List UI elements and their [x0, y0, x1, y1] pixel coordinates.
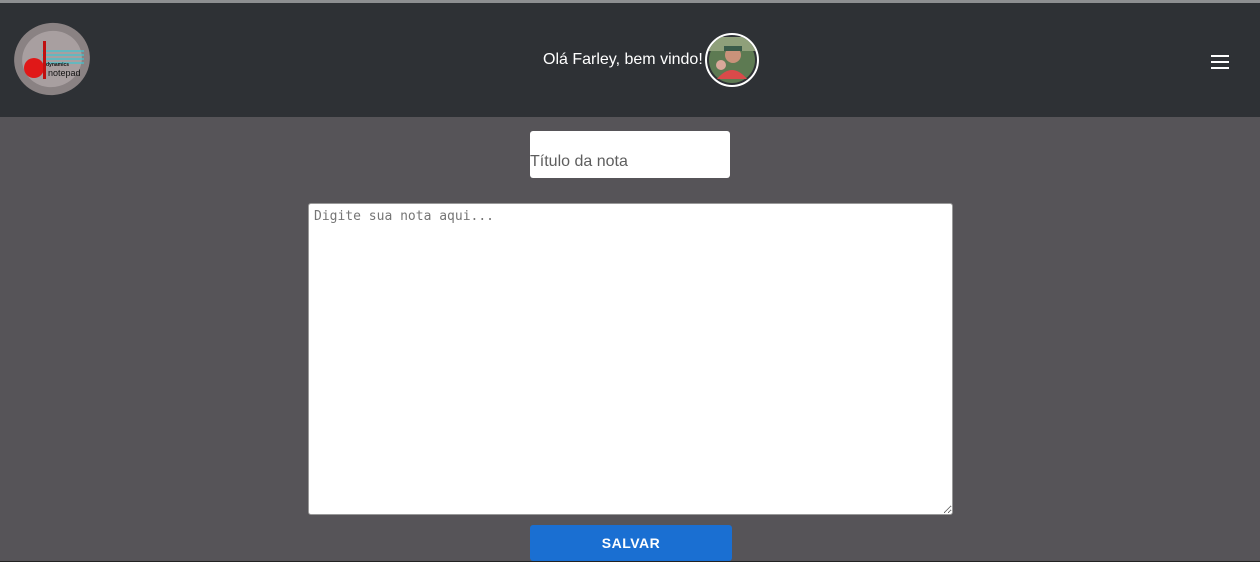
- note-title-input[interactable]: [530, 131, 730, 178]
- menu-bar-top: [1211, 55, 1229, 57]
- save-button[interactable]: SALVAR: [530, 525, 732, 561]
- note-body-textarea[interactable]: [308, 203, 953, 515]
- user-avatar[interactable]: [705, 33, 759, 87]
- welcome-greeting: Olá Farley, bem vindo!: [543, 51, 703, 68]
- logo-text-notepad: notepad: [48, 68, 81, 78]
- menu-bar-middle: [1211, 61, 1229, 63]
- user-avatar-icon: [709, 37, 755, 83]
- app-header: dynamics notepad Olá Farley, bem vindo!: [0, 3, 1260, 117]
- hamburger-menu-icon[interactable]: [1208, 52, 1234, 72]
- dynamics-notepad-logo[interactable]: dynamics notepad: [12, 21, 94, 99]
- logo-graphic: [14, 22, 90, 96]
- menu-bar-bottom: [1211, 67, 1229, 69]
